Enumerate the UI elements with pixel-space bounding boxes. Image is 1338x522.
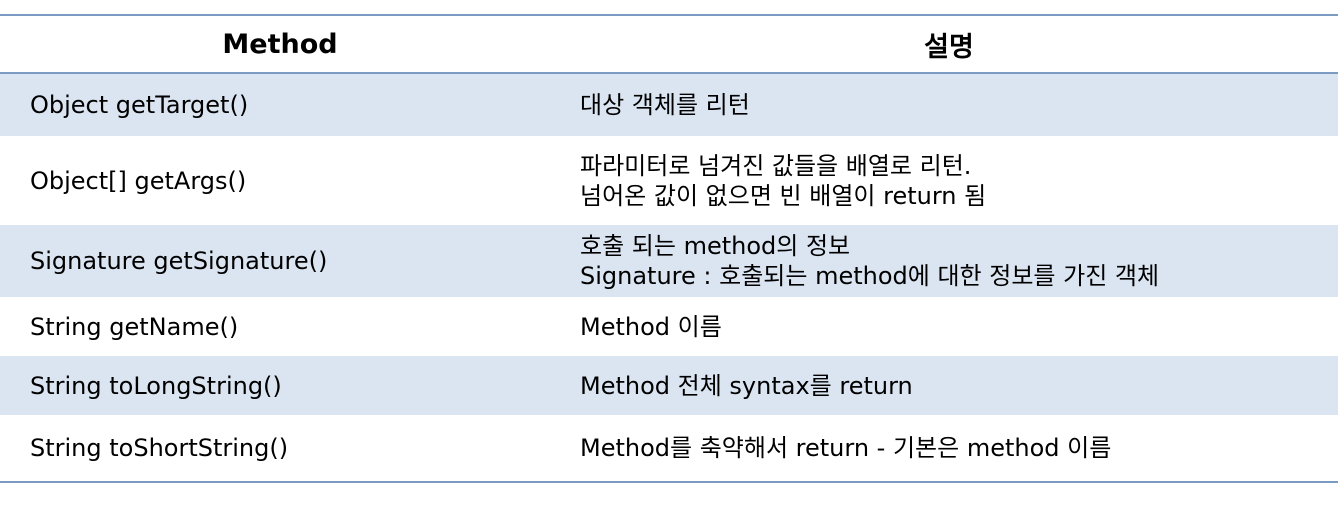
description-line: Method를 축약해서 return - 기본은 method 이름 [580,434,1112,462]
description-cell: Method를 축약해서 return - 기본은 method 이름 [560,415,1338,482]
description-cell: Method 전체 syntax를 return [560,356,1338,415]
description-line: Method 전체 syntax를 return [580,371,913,400]
method-cell: String toLongString() [30,371,282,400]
table-row: String toShortString() Method를 축약해서 retu… [0,415,1338,482]
description-cell: Method 이름 [560,297,1338,356]
description-line: 파라미터로 넘겨진 값들을 배열로 리턴. [580,151,972,180]
description-cell: 대상 객체를 리턴 [560,73,1338,136]
description-line: 대상 객체를 리턴 [580,91,750,119]
table-row: Object getTarget() 대상 객체를 리턴 [0,73,1338,136]
header-method: Method [222,28,338,60]
table-row: Signature getSignature() 호출 되는 method의 정… [0,225,1338,297]
description-line: Signature : 호출되는 method에 대한 정보를 가진 객체 [580,262,1160,290]
description-cell: 파라미터로 넘겨진 값들을 배열로 리턴. 넘어온 값이 없으면 빈 배열이 r… [560,136,1338,225]
description-cell: 호출 되는 method의 정보 Signature : 호출되는 method… [560,225,1338,297]
description-line: 넘어온 값이 없으면 빈 배열이 return 됨 [580,181,987,210]
method-cell: Signature getSignature() [30,247,328,275]
page: Method 설명 Object getTarget() 대상 객체를 리턴 O… [0,0,1338,483]
method-cell: String toShortString() [30,434,289,462]
method-table: Method 설명 Object getTarget() 대상 객체를 리턴 O… [0,14,1338,483]
table-row: Object[] getArgs() 파라미터로 넘겨진 값들을 배열로 리턴.… [0,136,1338,225]
method-cell: Object getTarget() [30,91,249,119]
header-row: Method 설명 [0,15,1338,73]
description-line: 호출 되는 method의 정보 [580,232,851,260]
header-description: 설명 [924,31,974,63]
table-row: String toLongString() Method 전체 syntax를 … [0,356,1338,415]
method-cell: String getName() [30,312,239,341]
method-cell: Object[] getArgs() [30,166,247,195]
description-line: Method 이름 [580,312,722,341]
table-body: Object getTarget() 대상 객체를 리턴 Object[] ge… [0,73,1338,482]
table-header: Method 설명 [0,15,1338,73]
table-row: String getName() Method 이름 [0,297,1338,356]
